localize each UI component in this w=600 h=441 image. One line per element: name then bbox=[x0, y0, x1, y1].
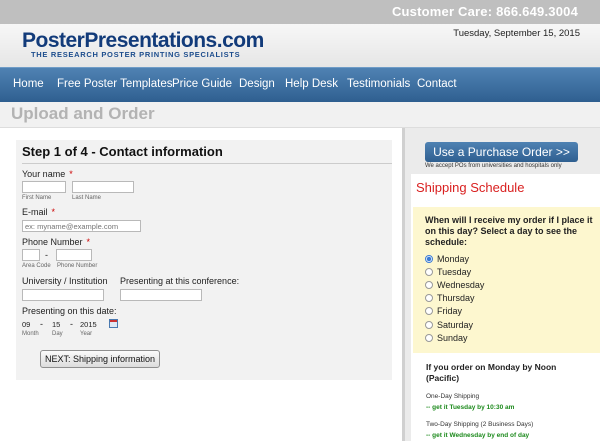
nav-testimonials[interactable]: Testimonials bbox=[347, 78, 410, 90]
day-monday[interactable]: Monday bbox=[437, 254, 469, 264]
nav-help-desk[interactable]: Help Desk bbox=[285, 78, 338, 90]
day-thursday[interactable]: Thursday bbox=[437, 293, 475, 303]
first-name-label: First Name bbox=[22, 195, 52, 201]
last-name-label: Last Name bbox=[72, 195, 102, 201]
nav-price-guide[interactable]: Price Guide bbox=[172, 78, 232, 90]
name-label: Your name * bbox=[22, 169, 73, 179]
date-separator: - bbox=[70, 319, 73, 329]
nav-contact[interactable]: Contact bbox=[417, 78, 457, 90]
service-delivery: -- get it Tuesday by 10:30 am bbox=[426, 404, 515, 411]
radio-wednesday[interactable] bbox=[425, 281, 433, 289]
email-input[interactable] bbox=[22, 220, 141, 232]
month-label: Month bbox=[22, 331, 39, 337]
current-date: Tuesday, September 15, 2015 bbox=[453, 28, 580, 39]
area-code-label: Area Code bbox=[22, 263, 51, 269]
conference-input[interactable] bbox=[120, 289, 202, 301]
first-name-input[interactable] bbox=[22, 181, 66, 193]
day-wednesday[interactable]: Wednesday bbox=[437, 280, 484, 290]
page-title: Upload and Order bbox=[11, 104, 155, 123]
service-name: One-Day Shipping bbox=[426, 393, 480, 400]
customer-care-phone: Customer Care: 866.649.3004 bbox=[391, 4, 578, 19]
email-label: E-mail * bbox=[22, 207, 56, 217]
step-title: Step 1 of 4 - Contact information bbox=[22, 144, 223, 159]
nav-home[interactable]: Home bbox=[13, 78, 44, 90]
service-name: Two-Day Shipping (2 Business Days) bbox=[426, 421, 534, 428]
page: Customer Care: 866.649.3004 PosterPresen… bbox=[0, 0, 600, 441]
purchase-order-button[interactable]: Use a Purchase Order >> bbox=[425, 142, 578, 162]
university-input[interactable] bbox=[22, 289, 104, 301]
conference-label: Presenting at this conference: bbox=[120, 276, 240, 286]
calendar-icon[interactable] bbox=[109, 319, 118, 328]
radio-monday[interactable] bbox=[425, 255, 433, 263]
radio-tuesday[interactable] bbox=[425, 268, 433, 276]
required-mark: * bbox=[51, 207, 56, 217]
main-nav: Home Free Poster Templates Price Guide D… bbox=[0, 67, 600, 102]
date-separator: - bbox=[40, 319, 43, 329]
phone-number-input[interactable] bbox=[56, 249, 92, 261]
year-label: Year bbox=[80, 331, 93, 337]
area-code-input[interactable] bbox=[22, 249, 40, 261]
day-sunday[interactable]: Sunday bbox=[437, 333, 468, 343]
day-tuesday[interactable]: Tuesday bbox=[437, 267, 471, 277]
phone-label: Phone Number * bbox=[22, 237, 91, 247]
radio-thursday[interactable] bbox=[425, 294, 433, 302]
required-mark: * bbox=[86, 237, 91, 247]
day-saturday[interactable]: Saturday bbox=[437, 320, 473, 330]
schedule-question: When will I receive my order if I place … bbox=[425, 215, 593, 247]
day-friday[interactable]: Friday bbox=[437, 306, 462, 316]
top-bar: Customer Care: 866.649.3004 bbox=[0, 0, 600, 24]
required-mark: * bbox=[69, 169, 73, 179]
site-tagline: THE RESEARCH POSTER PRINTING SPECIALISTS bbox=[31, 50, 241, 59]
phone-separator: - bbox=[45, 250, 48, 260]
nav-free-poster-templates[interactable]: Free Poster Templates bbox=[57, 78, 172, 90]
radio-friday[interactable] bbox=[425, 307, 433, 315]
phone-number-sublabel: Phone Number bbox=[57, 263, 98, 269]
presenting-date-label: Presenting on this date: bbox=[22, 306, 117, 316]
purchase-order-note: We accept POs from universities and hosp… bbox=[425, 163, 562, 169]
order-schedule-heading: If you order on Monday by Noon (Pacific) bbox=[426, 362, 557, 383]
service-delivery: -- get it Wednesday by end of day bbox=[426, 432, 530, 439]
shipping-schedule-title: Shipping Schedule bbox=[416, 180, 525, 195]
last-name-input[interactable] bbox=[72, 181, 134, 193]
radio-saturday[interactable] bbox=[425, 321, 433, 329]
nav-design[interactable]: Design bbox=[239, 78, 275, 90]
site-logo[interactable]: PosterPresentations.com bbox=[22, 30, 264, 52]
next-shipping-button[interactable]: NEXT: Shipping information bbox=[40, 350, 160, 368]
column-divider bbox=[402, 128, 405, 441]
day-label: Day bbox=[52, 331, 63, 337]
university-label: University / Institution bbox=[22, 276, 108, 286]
radio-sunday[interactable] bbox=[425, 334, 433, 342]
step-divider bbox=[22, 163, 392, 164]
